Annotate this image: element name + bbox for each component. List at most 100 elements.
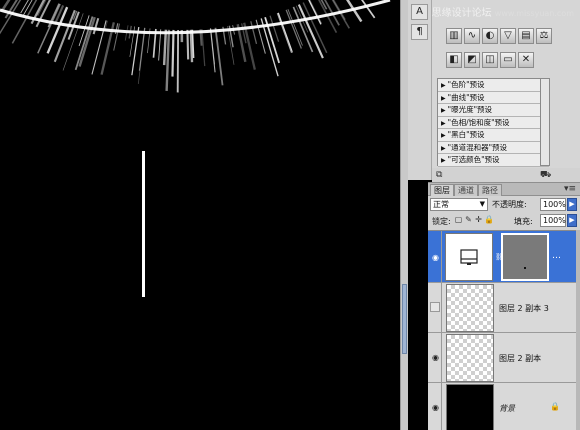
photo-filter-icon[interactable]: ◩ bbox=[464, 52, 480, 68]
layer-row-adjustment[interactable]: ◉ ⛓ … bbox=[428, 231, 576, 283]
selective-color-icon[interactable]: ✕ bbox=[518, 52, 534, 68]
fill-slider-button[interactable]: ▶ bbox=[567, 214, 577, 227]
hue-saturation-icon[interactable]: ▤ bbox=[518, 28, 534, 44]
paragraph-panel-button[interactable]: ¶ bbox=[411, 24, 428, 40]
watermark-url: www.missyuan.com bbox=[494, 9, 574, 18]
light-ray bbox=[209, 28, 216, 73]
layer-thumbnail-transparent bbox=[446, 284, 494, 332]
preset-item-black-white[interactable]: ▶ "黑白"预设 bbox=[438, 129, 549, 142]
expand-triangle-icon: ▶ bbox=[441, 94, 446, 102]
expand-triangle-icon: ▶ bbox=[441, 107, 446, 114]
adjustment-layer-icon bbox=[460, 249, 478, 265]
layer-list-scrollbar[interactable] bbox=[576, 230, 580, 430]
layer-thumbnail-black bbox=[446, 384, 494, 430]
document-canvas[interactable] bbox=[0, 0, 400, 430]
light-ray bbox=[171, 29, 175, 77]
lock-label: 锁定: bbox=[432, 217, 451, 226]
layer-name[interactable]: 图层 2 副本 bbox=[499, 353, 541, 364]
watermark-title: 思缘设计论坛 bbox=[431, 8, 492, 19]
light-ray bbox=[201, 29, 206, 67]
exposure-icon[interactable]: ◐ bbox=[482, 28, 498, 44]
layer-row-layer2-copy[interactable]: ◉ 图层 2 副本 bbox=[428, 333, 576, 383]
layer-thumbnail-transparent bbox=[446, 334, 494, 382]
panel-menu-icon[interactable]: ▾≡ bbox=[564, 184, 576, 194]
light-ray bbox=[214, 27, 224, 86]
canvas-artwork bbox=[0, 0, 391, 297]
light-ray bbox=[78, 16, 96, 67]
fill-field[interactable]: 100% bbox=[540, 214, 566, 227]
scrollbar-thumb[interactable] bbox=[402, 284, 407, 354]
adjustment-thumbnail bbox=[445, 233, 493, 281]
canvas-vertical-scrollbar[interactable] bbox=[400, 0, 408, 430]
lock-row: 锁定: ▢ ✎ ✛ 🔒 填充: 100% ▶ bbox=[430, 214, 578, 228]
adjustment-icons-row-2: ◧ ◩ ◫ ▭ ✕ bbox=[446, 52, 536, 68]
blend-mode-row: 正常 ▼ 不透明度: 100% ▶ bbox=[430, 198, 578, 212]
mask-dot bbox=[524, 267, 526, 269]
eye-icon[interactable]: ◉ bbox=[431, 403, 440, 412]
adjustments-footer: ⧉ ⛟ bbox=[432, 168, 580, 182]
color-balance-icon[interactable]: ⚖ bbox=[536, 28, 552, 44]
opacity-label: 不透明度: bbox=[492, 200, 527, 209]
light-ray bbox=[189, 29, 194, 63]
clip-to-layer-icon[interactable]: ⧉ bbox=[436, 170, 442, 180]
expand-triangle-icon: ▶ bbox=[441, 132, 446, 139]
visibility-toggle-empty[interactable] bbox=[430, 302, 440, 312]
lock-pixels-icon[interactable]: ✎ bbox=[464, 215, 473, 225]
light-ray bbox=[250, 21, 258, 45]
light-ray bbox=[162, 29, 168, 66]
light-ray bbox=[131, 26, 140, 76]
layer-row-background[interactable]: ◉ 背景 🔒 bbox=[428, 383, 576, 430]
more-icon: … bbox=[552, 251, 561, 261]
eye-icon[interactable]: ◉ bbox=[431, 253, 440, 262]
light-ray bbox=[308, 0, 322, 25]
light-ray bbox=[137, 27, 146, 84]
fill-label: 填充: bbox=[514, 217, 533, 226]
lock-transparency-icon[interactable]: ▢ bbox=[454, 215, 463, 225]
preset-item-hue-saturation[interactable]: ▶ "色相/饱和度"预设 bbox=[438, 116, 549, 129]
vertical-light-line bbox=[142, 151, 145, 297]
adjustment-preset-list: ▶ "色阶"预设 ▶ "曲线"预设 ▶ "曝光度"预设 ▶ "色相/饱和度"预设 ▶ "黑… bbox=[437, 78, 550, 167]
preset-item-curves[interactable]: ▶ "曲线"预设 bbox=[438, 91, 549, 104]
channel-mixer-icon[interactable]: ◫ bbox=[482, 52, 498, 68]
layer-mask-thumbnail[interactable] bbox=[501, 233, 549, 281]
layer-name[interactable]: 图层 2 副本 3 bbox=[499, 303, 549, 314]
preset-item-exposure[interactable]: ▶ "曝光度"预设 bbox=[438, 104, 549, 117]
site-watermark: 思缘设计论坛 www.missyuan.com bbox=[402, 4, 580, 19]
light-ray bbox=[138, 27, 146, 71]
light-ray bbox=[46, 6, 69, 54]
lock-position-icon[interactable]: ✛ bbox=[474, 215, 483, 225]
preset-list-scrollbar[interactable] bbox=[540, 78, 550, 166]
paragraph-icon: ¶ bbox=[416, 26, 423, 37]
expand-triangle-icon: ▶ bbox=[441, 157, 446, 164]
light-ray bbox=[74, 16, 94, 71]
tab-layers[interactable]: 图层 bbox=[430, 184, 454, 196]
light-ray-arc bbox=[0, 0, 376, 93]
vibrance-icon[interactable]: ▽ bbox=[500, 28, 516, 44]
expand-triangle-icon: ▶ bbox=[441, 144, 446, 152]
lock-icon: 🔒 bbox=[550, 402, 560, 411]
blend-mode-select[interactable]: 正常 ▼ bbox=[430, 198, 488, 211]
panel-options-icon[interactable]: ⛟ bbox=[540, 170, 551, 181]
tab-channels[interactable]: 通道 bbox=[454, 184, 478, 196]
lock-all-icon[interactable]: 🔒 bbox=[484, 215, 494, 225]
expand-triangle-icon: ▶ bbox=[441, 82, 446, 89]
opacity-field[interactable]: 100% bbox=[540, 198, 566, 211]
black-white-icon[interactable]: ◧ bbox=[446, 52, 462, 68]
tab-paths[interactable]: 路径 bbox=[478, 184, 502, 196]
layers-panel: 图层 通道 路径 ▾≡ 正常 ▼ 不透明度: 100% ▶ 锁定: ▢ ✎ ✛ … bbox=[428, 182, 580, 430]
layers-panel-tabs: 图层 通道 路径 ▾≡ bbox=[428, 183, 580, 196]
layer-row-layer2-copy3[interactable]: 图层 2 副本 3 bbox=[428, 283, 576, 333]
eye-icon[interactable]: ◉ bbox=[431, 353, 440, 362]
layer-name[interactable]: 背景 bbox=[499, 403, 515, 414]
gradient-map-icon[interactable]: ▭ bbox=[500, 52, 516, 68]
layer-list: ◉ ⛓ … 图层 2 副本 3 ◉ 图层 2 副本 ◉ 背景 🔒 bbox=[428, 230, 580, 430]
light-ray bbox=[186, 29, 190, 60]
levels-icon[interactable]: ▥ bbox=[446, 28, 462, 44]
preset-item-channel-mixer[interactable]: ▶ "通道混和器"预设 bbox=[438, 141, 549, 154]
opacity-slider-button[interactable]: ▶ bbox=[567, 198, 577, 211]
chevron-down-icon: ▼ bbox=[479, 200, 485, 208]
curves-icon[interactable]: ∿ bbox=[464, 28, 480, 44]
preset-item-selective-color[interactable]: ▶ "可选颜色"预设 bbox=[438, 154, 549, 167]
expand-triangle-icon: ▶ bbox=[441, 119, 446, 127]
preset-item-levels[interactable]: ▶ "色阶"预设 bbox=[438, 79, 549, 92]
